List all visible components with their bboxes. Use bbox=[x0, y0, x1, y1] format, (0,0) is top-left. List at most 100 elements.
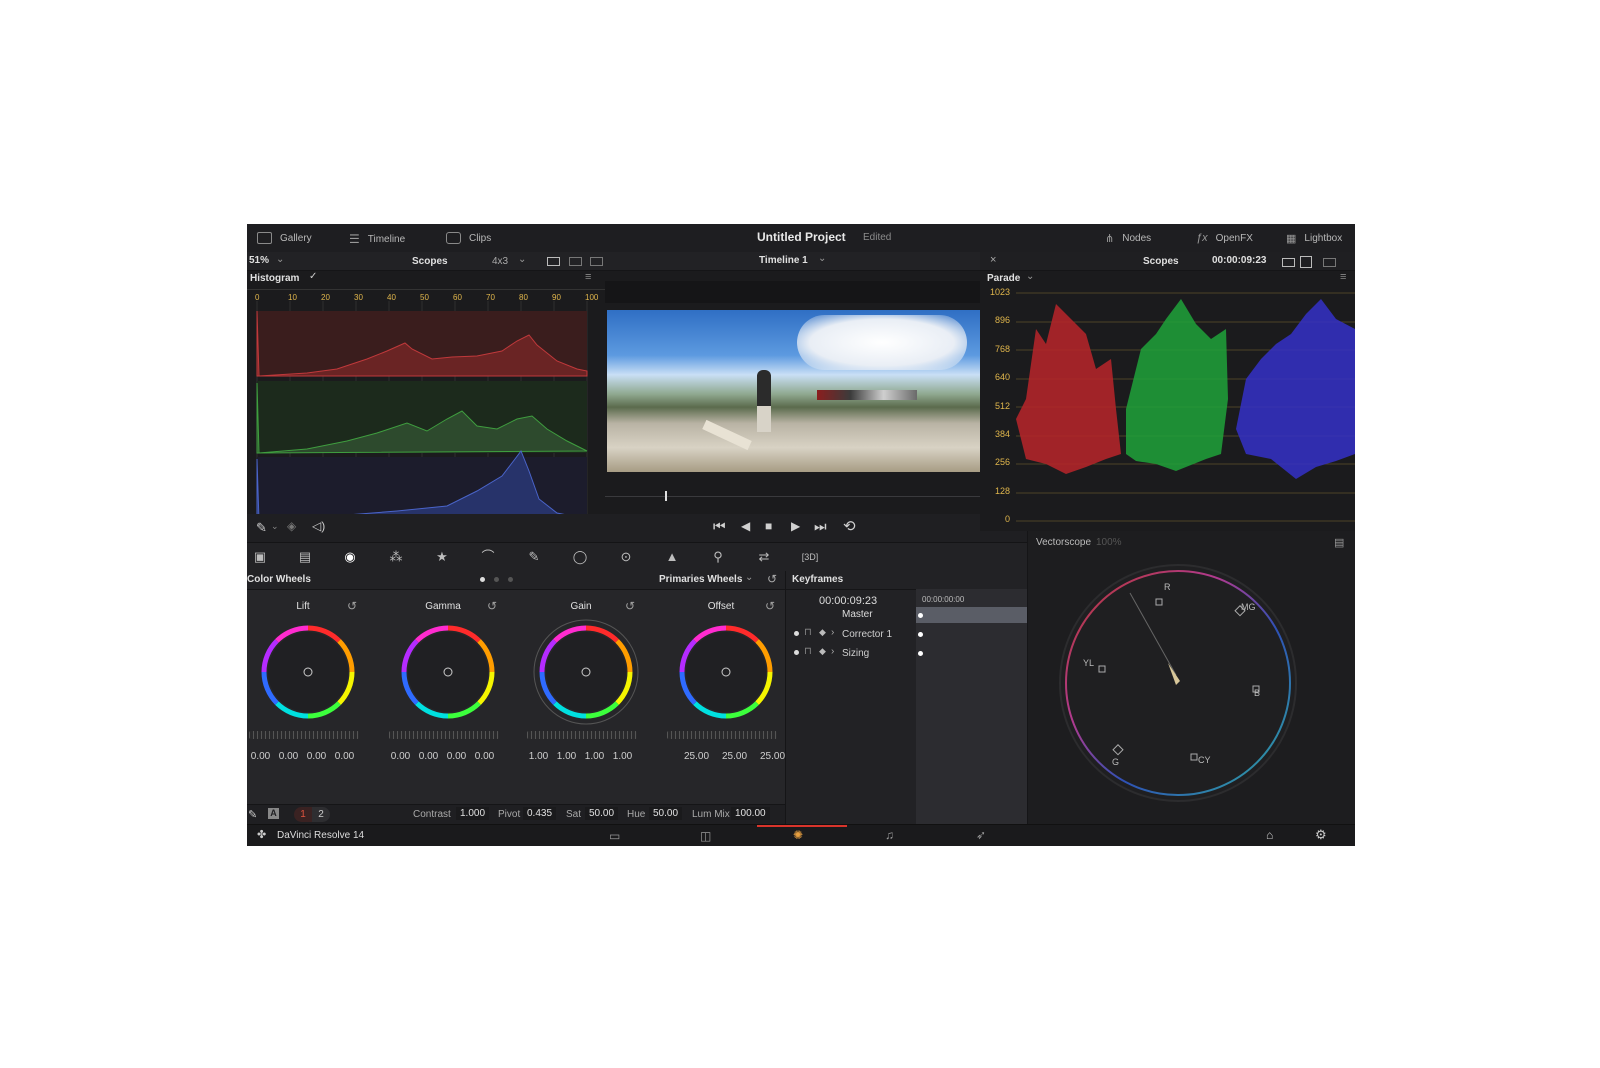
timeline-chevron-icon[interactable]: ⌄ bbox=[818, 253, 826, 264]
nodes-tab[interactable]: ⋔ Nodes bbox=[1105, 232, 1151, 245]
sizing-keyframe-dot[interactable] bbox=[918, 651, 923, 656]
camera-raw-icon[interactable]: ▣ bbox=[249, 547, 271, 567]
sizing-row[interactable]: ⊓ ◆ › Sizing bbox=[786, 645, 916, 663]
fairlight-page-icon[interactable]: ♫ bbox=[885, 828, 894, 842]
curves-icon[interactable]: ⌒ bbox=[477, 547, 499, 567]
playhead[interactable] bbox=[665, 491, 667, 501]
scope-single-view-icon[interactable] bbox=[1282, 258, 1295, 267]
lightbox-tab[interactable]: ▦ Lightbox bbox=[1286, 232, 1342, 245]
wheel-value[interactable]: 0.00 bbox=[415, 751, 442, 762]
deliver-page-icon[interactable]: ➶ bbox=[976, 828, 986, 842]
first-frame-icon[interactable]: ⏮ bbox=[713, 518, 726, 535]
loop-icon[interactable]: ⟲ bbox=[843, 517, 856, 535]
wheel-master-slider[interactable] bbox=[667, 731, 777, 739]
page-dot-3[interactable] bbox=[508, 577, 513, 582]
dual-view-icon[interactable] bbox=[569, 257, 582, 266]
wheel-value[interactable]: 0.00 bbox=[247, 751, 274, 762]
corrector-keyframe-dot[interactable] bbox=[918, 632, 923, 637]
last-frame-icon[interactable]: ⏭ bbox=[814, 518, 827, 535]
color-match-icon[interactable]: ▤ bbox=[294, 547, 316, 567]
highlight-icon[interactable]: ◈ bbox=[287, 519, 296, 533]
wheel-value[interactable]: 0.00 bbox=[471, 751, 498, 762]
wheel-master-slider[interactable] bbox=[249, 731, 359, 739]
corrector-expand-icon[interactable]: › bbox=[831, 627, 834, 638]
wheel-master-slider[interactable] bbox=[389, 731, 499, 739]
zoom-level[interactable]: 51% bbox=[249, 255, 269, 266]
audio-icon[interactable]: ◁) bbox=[312, 519, 325, 533]
wheel-value[interactable]: 1.00 bbox=[553, 751, 580, 762]
page-dot-1[interactable] bbox=[480, 577, 485, 582]
sizing-expand-icon[interactable]: › bbox=[831, 646, 834, 657]
clips-tab[interactable]: Clips bbox=[446, 232, 491, 244]
wheel-reset-icon[interactable]: ↺ bbox=[487, 599, 497, 613]
close-scopes-icon[interactable]: × bbox=[990, 254, 996, 266]
sizing-lock-icon[interactable]: ⊓ bbox=[804, 646, 812, 657]
eyedropper-chevron-icon[interactable]: ⌄ bbox=[271, 521, 279, 532]
timeline-tab[interactable]: ☰ Timeline bbox=[349, 232, 405, 246]
corrector-enable-dot[interactable] bbox=[794, 631, 799, 636]
grid-chevron-icon[interactable]: ⌄ bbox=[518, 254, 526, 265]
blur-icon[interactable]: ▲ bbox=[661, 547, 683, 567]
master-keyframe-dot[interactable] bbox=[918, 613, 923, 618]
quad-view-icon[interactable] bbox=[590, 257, 603, 266]
color-wheels-icon[interactable]: ◉ bbox=[339, 547, 361, 567]
settings-gear-icon[interactable]: ⚙ bbox=[1315, 827, 1327, 843]
color-wheel[interactable] bbox=[671, 617, 781, 727]
corrector-keyframe-icon[interactable]: ◆ bbox=[819, 627, 826, 638]
parade-select[interactable]: Parade bbox=[987, 273, 1020, 284]
keyframes-track-area[interactable] bbox=[916, 589, 1028, 824]
color-wheel[interactable] bbox=[531, 617, 641, 727]
window-icon[interactable]: ◯ bbox=[569, 547, 591, 567]
wheel-value[interactable]: 1.00 bbox=[609, 751, 636, 762]
media-page-icon[interactable]: ▭ bbox=[609, 829, 620, 843]
parade-settings-icon[interactable]: ≡ bbox=[1340, 271, 1346, 283]
hue-value[interactable]: 50.00 bbox=[649, 807, 683, 820]
wheels-mode-select[interactable]: Primaries Wheels bbox=[659, 574, 742, 585]
eyedropper-icon[interactable]: ✎ bbox=[256, 520, 267, 536]
auto-icon[interactable]: A bbox=[268, 808, 279, 819]
pivot-value[interactable]: 0.435 bbox=[523, 807, 557, 820]
auto-balance-icon[interactable]: ✎ bbox=[248, 808, 257, 821]
sat-value[interactable]: 50.00 bbox=[585, 807, 619, 820]
histogram-eyedropper-icon[interactable]: ✓ bbox=[309, 271, 317, 282]
wheel-reset-icon[interactable]: ↺ bbox=[347, 599, 357, 613]
wheel-value[interactable]: 0.00 bbox=[443, 751, 470, 762]
edit-page-icon[interactable]: ◫ bbox=[700, 829, 711, 843]
sizing-keyframe-icon[interactable]: ◆ bbox=[819, 646, 826, 657]
wheel-value[interactable]: 0.00 bbox=[303, 751, 330, 762]
rgb-mixer-icon[interactable]: ⁂ bbox=[385, 547, 407, 567]
sizing-icon[interactable]: ⇄ bbox=[753, 547, 775, 567]
color-wheel[interactable] bbox=[253, 617, 363, 727]
wheels-mode-chevron-icon[interactable]: ⌄ bbox=[745, 572, 753, 583]
wheel-value[interactable]: 1.00 bbox=[581, 751, 608, 762]
scope-dual-view-icon[interactable] bbox=[1300, 256, 1312, 268]
wheel-value[interactable]: 1.00 bbox=[525, 751, 552, 762]
qualifier-icon[interactable]: ✎ bbox=[523, 547, 545, 567]
wheel-master-slider[interactable] bbox=[527, 731, 637, 739]
wheel-reset-icon[interactable]: ↺ bbox=[765, 599, 775, 613]
histogram-settings-icon[interactable]: ≡ bbox=[585, 271, 591, 283]
key-icon[interactable]: ⚲ bbox=[707, 547, 729, 567]
page-2-button[interactable]: 2 bbox=[312, 807, 330, 822]
sizing-enable-dot[interactable] bbox=[794, 650, 799, 655]
contrast-value[interactable]: 1.000 bbox=[456, 807, 490, 820]
corrector-lock-icon[interactable]: ⊓ bbox=[804, 627, 812, 638]
vectorscope-settings-icon[interactable]: ▤ bbox=[1334, 536, 1344, 549]
reset-all-icon[interactable]: ↺ bbox=[767, 572, 777, 586]
grid-layout-select[interactable]: 4x3 bbox=[492, 256, 508, 267]
single-view-icon[interactable] bbox=[547, 257, 560, 266]
wheel-reset-icon[interactable]: ↺ bbox=[625, 599, 635, 613]
timeline-name[interactable]: Timeline 1 bbox=[759, 255, 808, 266]
openfx-tab[interactable]: ƒx OpenFX bbox=[1196, 232, 1253, 244]
gallery-tab[interactable]: Gallery bbox=[257, 232, 312, 244]
wheel-value[interactable]: 0.00 bbox=[275, 751, 302, 762]
page-1-button[interactable]: 1 bbox=[294, 807, 312, 822]
master-track-bar[interactable] bbox=[916, 607, 1028, 623]
zoom-chevron-icon[interactable]: ⌄ bbox=[276, 254, 284, 265]
wheel-value[interactable]: 0.00 bbox=[387, 751, 414, 762]
video-frame[interactable] bbox=[607, 310, 983, 472]
home-icon[interactable]: ⌂ bbox=[1266, 828, 1273, 842]
wheel-value[interactable]: 25.00 bbox=[721, 751, 748, 762]
corrector-1-row[interactable]: ⊓ ◆ › Corrector 1 bbox=[786, 626, 916, 644]
play-icon[interactable]: ▶ bbox=[791, 519, 800, 533]
